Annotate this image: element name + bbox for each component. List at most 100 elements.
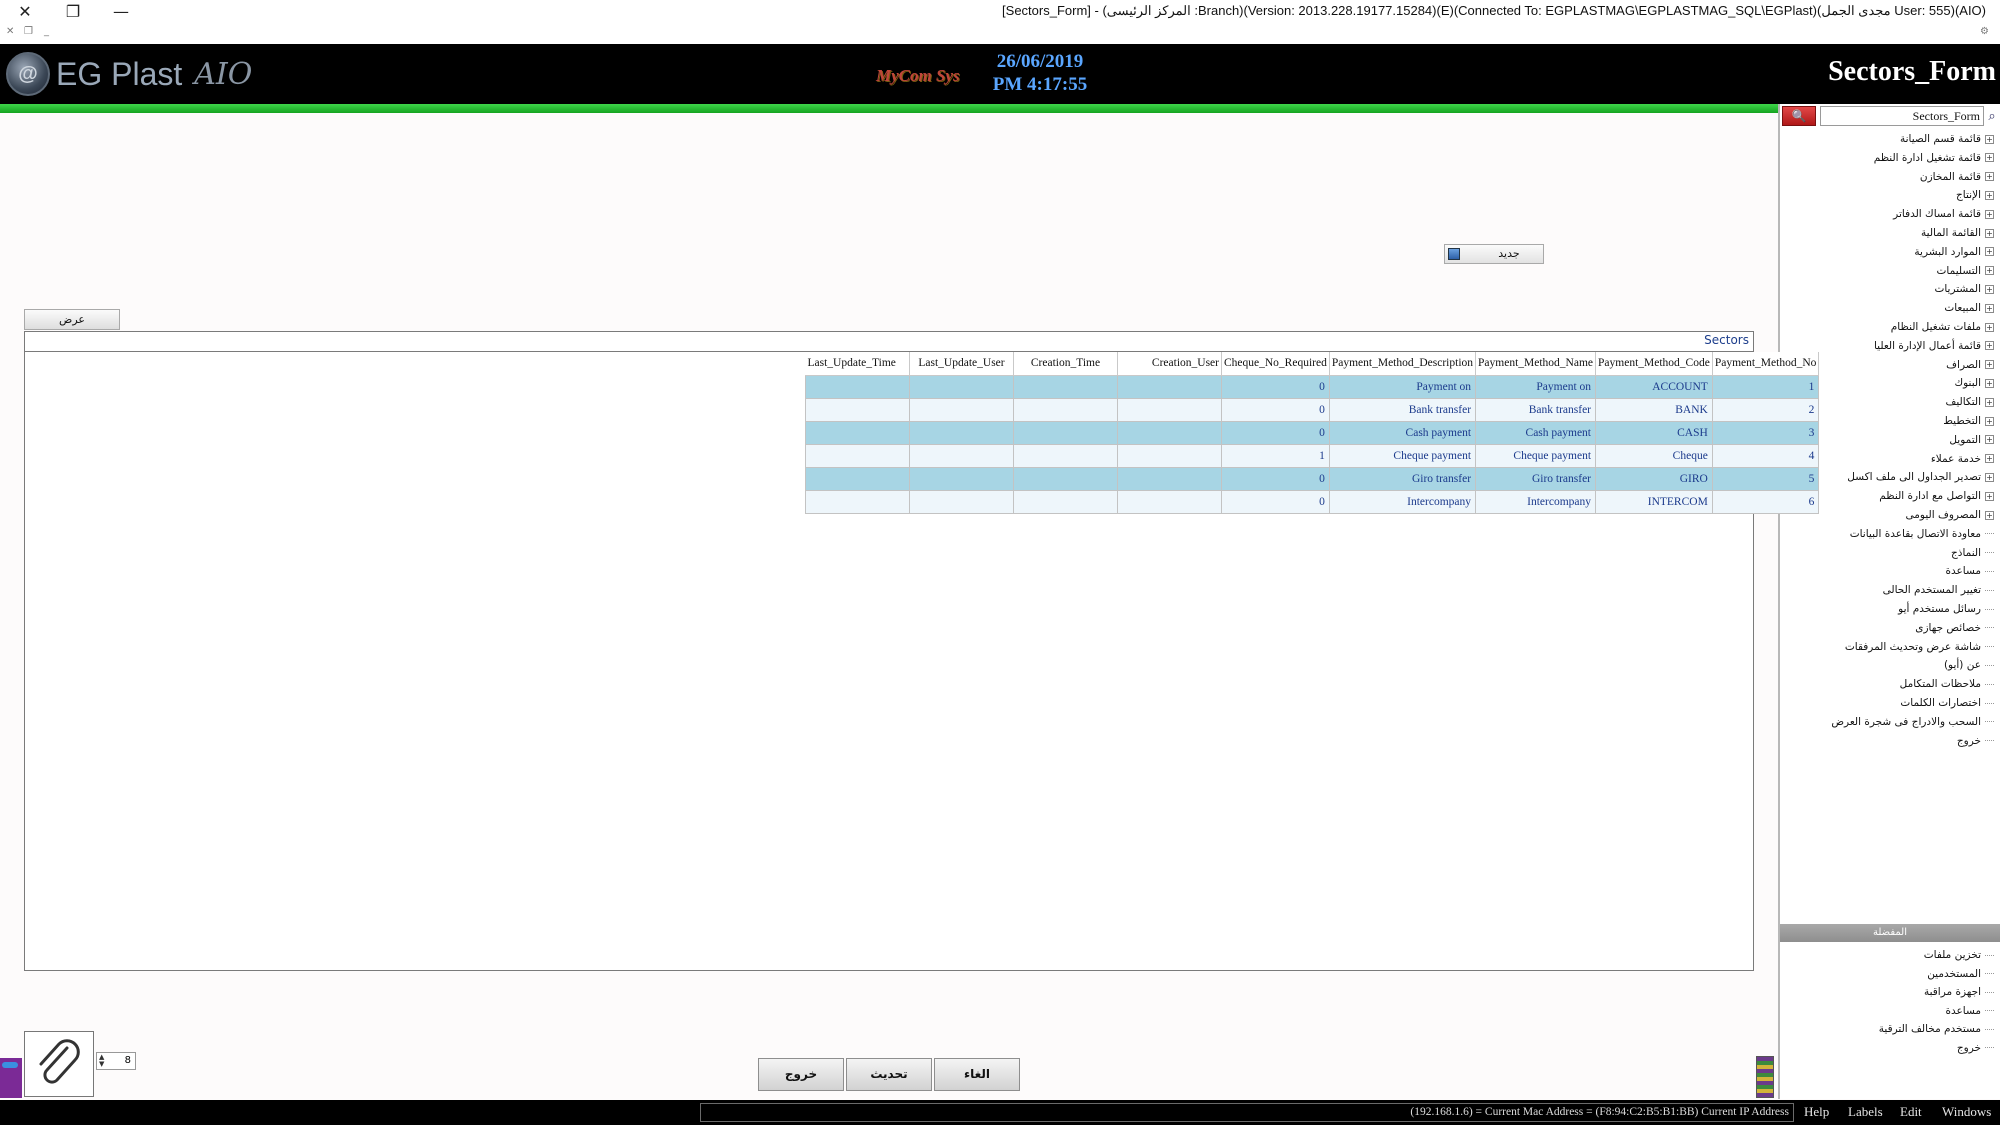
cell-no[interactable]: 4 xyxy=(1711,443,1820,468)
cell-creation-time[interactable] xyxy=(1013,397,1118,422)
cell-name[interactable]: Cheque payment xyxy=(1475,443,1597,468)
expand-icon[interactable]: + xyxy=(1985,228,1994,238)
cell-last-update-user[interactable] xyxy=(909,489,1014,514)
expand-icon[interactable]: + xyxy=(1985,378,1994,388)
table-row[interactable]: 0 Giro transfer Giro transfer GIRO 5 xyxy=(805,466,1820,491)
cell-code[interactable]: Cheque xyxy=(1595,443,1713,468)
tree-item[interactable]: التمويل + xyxy=(1949,431,1994,449)
cell-creation-time[interactable] xyxy=(1013,374,1118,399)
expand-icon[interactable]: + xyxy=(1985,491,1994,501)
refresh-button[interactable]: تحديث xyxy=(846,1058,932,1091)
column-header-payment-method-name[interactable]: Payment_Method_Name xyxy=(1475,352,1597,376)
cell-cheque-no-required[interactable]: 0 xyxy=(1221,397,1330,422)
expand-icon[interactable]: + xyxy=(1985,360,1994,370)
cell-no[interactable]: 1 xyxy=(1711,374,1820,399)
tree-item[interactable]: ملفات تشغيل النظام + xyxy=(1891,318,1994,336)
tree-item[interactable]: المصروف اليومى + xyxy=(1906,506,1994,524)
expand-icon[interactable]: + xyxy=(1985,472,1994,482)
cell-code[interactable]: BANK xyxy=(1595,397,1713,422)
cell-description[interactable]: Giro transfer xyxy=(1328,466,1477,491)
tree-item[interactable]: المشتريات + xyxy=(1934,280,1994,298)
favorite-item[interactable]: اجهزة مراقبة xyxy=(1924,983,1994,1001)
expand-icon[interactable]: + xyxy=(1985,435,1994,445)
cell-last-update-time[interactable] xyxy=(805,489,910,514)
table-row[interactable]: 1 Cheque payment Cheque payment Cheque 4 xyxy=(805,443,1820,468)
tree-item[interactable]: شاشة عرض وتحديث المرفقات xyxy=(1845,638,1994,656)
expand-icon[interactable]: + xyxy=(1985,134,1994,144)
favorite-item[interactable]: المستخدمين xyxy=(1927,965,1994,983)
tree-item[interactable]: التسليمات + xyxy=(1937,262,1994,280)
column-header-creation-user[interactable]: Creation_User xyxy=(1117,352,1222,376)
cell-creation-time[interactable] xyxy=(1013,466,1118,491)
column-header-payment-method-code[interactable]: Payment_Method_Code xyxy=(1595,352,1713,376)
sectors-grid[interactable]: Last_Update_Time Last_Update_User Creati… xyxy=(805,352,1820,514)
expand-icon[interactable]: + xyxy=(1985,153,1994,163)
cell-cheque-no-required[interactable]: 0 xyxy=(1221,420,1330,445)
column-header-creation-time[interactable]: Creation_Time xyxy=(1013,352,1118,376)
cell-description[interactable]: Intercompany xyxy=(1328,489,1477,514)
column-header-last-update-user[interactable]: Last_Update_User xyxy=(909,352,1014,376)
tree-item[interactable]: الموارد البشرية + xyxy=(1914,243,1994,261)
mdi-restore-icon[interactable]: ❐ xyxy=(24,26,33,37)
cell-cheque-no-required[interactable]: 0 xyxy=(1221,489,1330,514)
expand-icon[interactable]: + xyxy=(1985,266,1994,276)
cell-creation-time[interactable] xyxy=(1013,489,1118,514)
tree-item[interactable]: قائمة امساك الدفاتر + xyxy=(1893,205,1994,223)
tree-item[interactable]: خصائص جهازى xyxy=(1915,619,1994,637)
cell-last-update-time[interactable] xyxy=(805,397,910,422)
tree-item[interactable]: الإنتاج + xyxy=(1956,186,1994,204)
cell-creation-user[interactable] xyxy=(1117,489,1222,514)
cell-last-update-time[interactable] xyxy=(805,420,910,445)
expand-icon[interactable]: + xyxy=(1985,303,1994,313)
minimize-icon[interactable]: — xyxy=(98,0,144,22)
tree-item[interactable]: التكاليف + xyxy=(1945,393,1994,411)
cell-no[interactable]: 6 xyxy=(1711,489,1820,514)
cell-no[interactable]: 3 xyxy=(1711,420,1820,445)
cell-creation-user[interactable] xyxy=(1117,397,1222,422)
magnifier-icon[interactable]: ⌕ xyxy=(1984,106,2000,126)
attachment-count-stepper[interactable]: ▲ ▼ 8 xyxy=(96,1052,136,1070)
menu-labels[interactable]: Labels xyxy=(1848,1104,1883,1120)
cell-last-update-user[interactable] xyxy=(909,374,1014,399)
tree-item[interactable]: ملاحظات المتكامل xyxy=(1900,675,1994,693)
cell-no[interactable]: 2 xyxy=(1711,397,1820,422)
expand-icon[interactable]: + xyxy=(1985,322,1994,332)
cell-code[interactable]: INTERCOM xyxy=(1595,489,1713,514)
cell-last-update-user[interactable] xyxy=(909,420,1014,445)
search-input[interactable]: Sectors_Form xyxy=(1820,106,1984,126)
table-row[interactable]: 0 Intercompany Intercompany INTERCOM 6 xyxy=(805,489,1820,514)
cell-code[interactable]: GIRO xyxy=(1595,466,1713,491)
cell-name[interactable]: Payment on xyxy=(1475,374,1597,399)
tree-item[interactable]: قائمة المخازن + xyxy=(1920,168,1994,186)
cell-code[interactable]: ACCOUNT xyxy=(1595,374,1713,399)
column-header-last-update-time[interactable]: Last_Update_Time xyxy=(805,352,910,376)
tree-item[interactable]: خروج xyxy=(1957,732,1994,750)
restore-icon[interactable]: ❐ xyxy=(50,0,96,22)
cell-name[interactable]: Giro transfer xyxy=(1475,466,1597,491)
favorite-item[interactable]: تخزين ملفات xyxy=(1924,946,1994,964)
expand-icon[interactable]: + xyxy=(1985,284,1994,294)
tree-item[interactable]: القائمة المالية + xyxy=(1921,224,1994,242)
tree-item[interactable]: مساعدة xyxy=(1946,562,1994,580)
menu-windows[interactable]: Windows xyxy=(1942,1104,1991,1120)
cell-code[interactable]: CASH xyxy=(1595,420,1713,445)
expand-icon[interactable]: + xyxy=(1985,510,1994,520)
cell-cheque-no-required[interactable]: 0 xyxy=(1221,466,1330,491)
expand-icon[interactable]: + xyxy=(1985,341,1994,351)
tree-item[interactable]: الصراف + xyxy=(1946,356,1994,374)
cell-last-update-time[interactable] xyxy=(805,466,910,491)
expand-icon[interactable]: + xyxy=(1985,397,1994,407)
cell-last-update-time[interactable] xyxy=(805,443,910,468)
search-button[interactable]: 🔍 xyxy=(1782,106,1816,126)
cell-last-update-user[interactable] xyxy=(909,443,1014,468)
tree-item[interactable]: قائمة تشغيل ادارة النظم + xyxy=(1874,149,1994,167)
cell-creation-user[interactable] xyxy=(1117,374,1222,399)
column-header-cheque-no-required[interactable]: Cheque_No_Required xyxy=(1221,352,1330,376)
cell-last-update-time[interactable] xyxy=(805,374,910,399)
stepper-arrows-icon[interactable]: ▲ ▼ xyxy=(99,1054,109,1068)
tree-item[interactable]: التواصل مع ادارة النظم + xyxy=(1879,487,1994,505)
tree-item[interactable]: تصدير الجداول الى ملف اكسل + xyxy=(1847,468,1994,486)
tree-item[interactable]: رسائل مستخدم أيو xyxy=(1898,600,1994,618)
tree-item[interactable]: خدمة عملاء + xyxy=(1931,450,1994,468)
tree-item[interactable]: التخطيط + xyxy=(1943,412,1994,430)
